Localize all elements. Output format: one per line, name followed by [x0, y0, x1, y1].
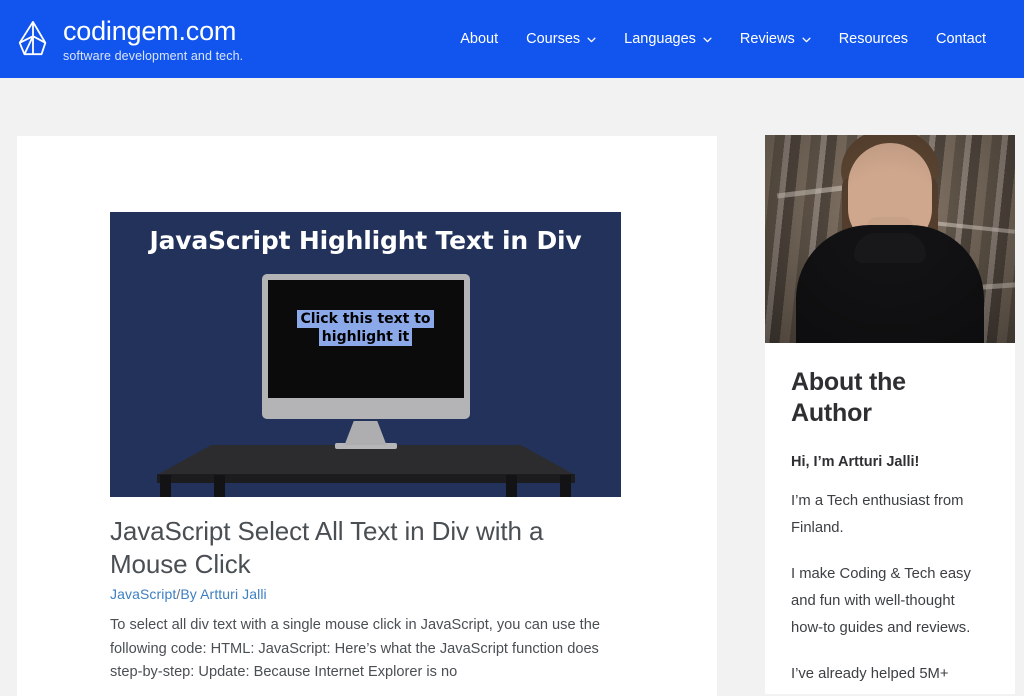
desk-top — [157, 445, 575, 475]
post-author-link[interactable]: By Artturi Jalli — [180, 586, 266, 602]
nav-item-contact[interactable]: Contact — [922, 25, 1000, 53]
author-photo — [765, 135, 1015, 343]
desk-leg — [214, 475, 225, 497]
featured-image-heading: JavaScript Highlight Text in Div — [149, 226, 582, 255]
nav-item-languages[interactable]: Languages — [610, 25, 726, 53]
sidebar-body: About the Author Hi, I’m Artturi Jalli! … — [765, 343, 1015, 688]
about-author-paragraph: I’m a Tech enthusiast from Finland. — [791, 493, 964, 537]
post-title[interactable]: JavaScript Select All Text in Div with a… — [110, 515, 610, 581]
brand-text: codingem.com software development and te… — [63, 15, 243, 63]
post-excerpt: To select all div text with a single mou… — [110, 617, 600, 681]
nav-item-resources[interactable]: Resources — [825, 25, 922, 53]
sidebar-about-author: About the Author Hi, I’m Artturi Jalli! … — [765, 135, 1015, 694]
desk-leg — [560, 475, 571, 497]
site-header: codingem.com software development and te… — [0, 0, 1024, 78]
monitor: Click this text to highlight it — [261, 274, 470, 419]
brand-logo-link[interactable]: codingem.com software development and te… — [16, 15, 243, 63]
chevron-down-icon — [802, 37, 811, 43]
main-navigation: About Courses Languages Reviews Resource… — [446, 25, 1000, 53]
monitor-stand-neck — [344, 421, 387, 445]
chevron-down-icon — [703, 37, 712, 43]
nav-label: Courses — [526, 31, 581, 47]
desk-leg — [506, 475, 517, 497]
nav-item-about[interactable]: About — [446, 25, 512, 53]
about-author-paragraph: I make Coding & Tech easy and fun with w… — [791, 565, 971, 637]
highlighted-text: Click this text to highlight it — [297, 310, 434, 347]
nav-item-reviews[interactable]: Reviews — [726, 25, 825, 53]
about-author-lead: Hi, I’m Artturi Jalli! — [791, 454, 920, 470]
photo-vignette — [765, 135, 1015, 343]
post-meta: JavaScript/By Artturi Jalli — [110, 586, 267, 602]
nav-label: Reviews — [739, 31, 795, 47]
nav-label: About — [460, 31, 499, 47]
brand-title: codingem.com — [63, 16, 237, 47]
monitor-screen-text: Click this text to highlight it — [268, 310, 464, 347]
page-body: JavaScript Highlight Text in Div Click t… — [0, 78, 1024, 696]
nav-label: Languages — [624, 31, 696, 47]
article-card: JavaScript Highlight Text in Div Click t… — [17, 136, 717, 696]
about-author-paragraph: I’ve already helped 5M+ — [791, 665, 949, 682]
nav-label: Contact — [936, 31, 986, 47]
gem-icon — [18, 20, 47, 56]
about-author-heading: About the Author — [791, 368, 906, 427]
desk-leg — [160, 475, 171, 497]
featured-image[interactable]: JavaScript Highlight Text in Div Click t… — [110, 212, 621, 497]
nav-label: Resources — [838, 31, 909, 47]
monitor-screen: Click this text to highlight it — [267, 280, 464, 398]
brand-tagline: software development and tech. — [63, 49, 244, 64]
chevron-down-icon — [587, 37, 596, 43]
nav-item-courses[interactable]: Courses — [512, 25, 610, 53]
post-category-link[interactable]: JavaScript — [110, 586, 176, 602]
